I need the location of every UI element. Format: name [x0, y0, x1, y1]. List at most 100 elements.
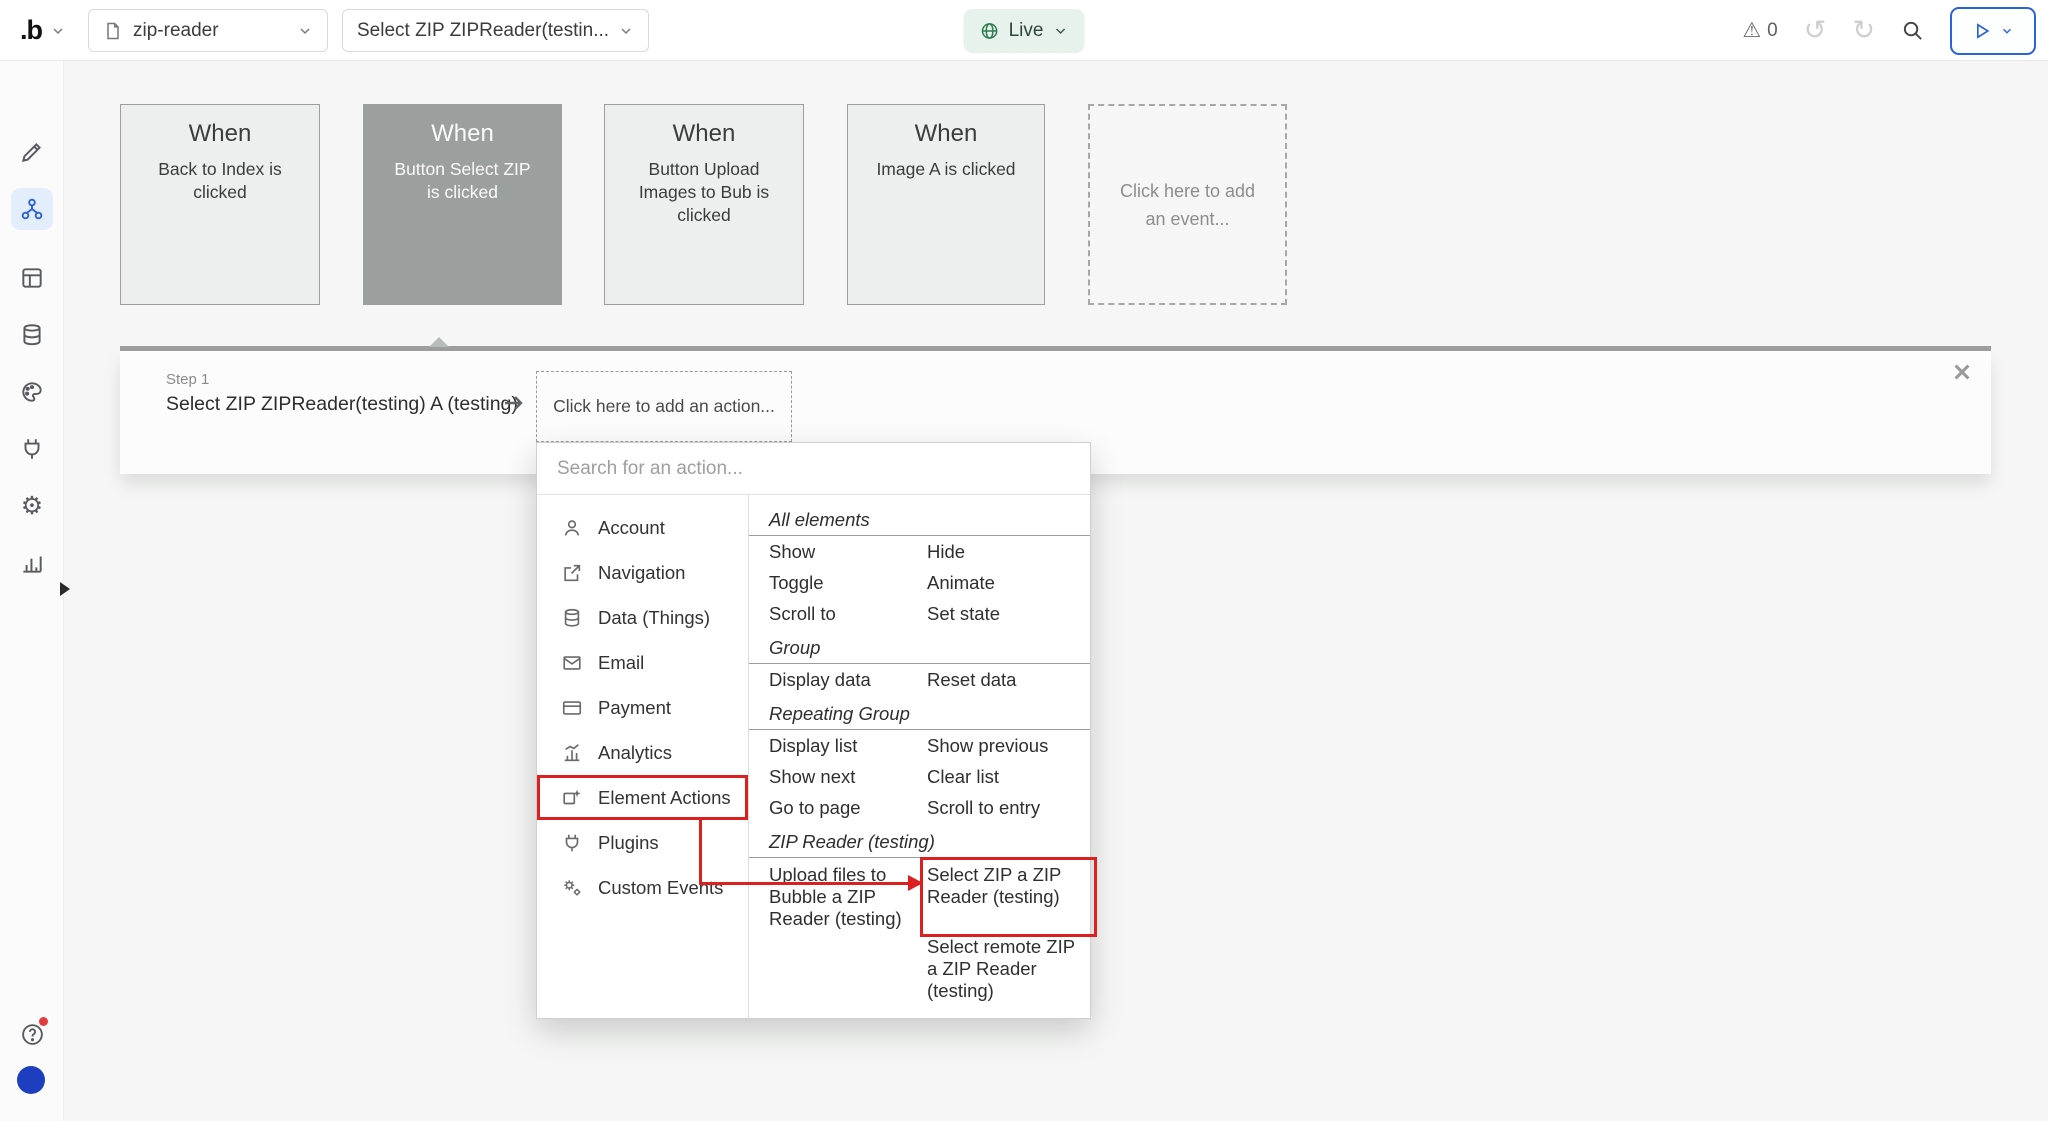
spacer — [769, 936, 927, 1002]
sidebar-item-settings[interactable]: ⚙ — [11, 485, 53, 527]
event-card-title: When — [386, 120, 539, 148]
user-avatar[interactable] — [17, 1066, 45, 1094]
action-category-payment[interactable]: Payment — [537, 685, 748, 730]
action-scroll-to[interactable]: Scroll to — [769, 598, 927, 629]
element-actions-icon — [561, 787, 583, 809]
action-category-list: Account Navigation Data (Things) Email P… — [537, 495, 749, 1018]
action-category-plugins[interactable]: Plugins — [537, 820, 748, 865]
step-title[interactable]: Select ZIP ZIPReader(testing) A (testing… — [166, 393, 518, 416]
chevron-down-icon — [2000, 24, 2014, 38]
issues-indicator[interactable]: ⚠ 0 — [1742, 18, 1777, 43]
action-show-next[interactable]: Show next — [769, 761, 927, 792]
chevron-down-icon — [50, 23, 66, 39]
action-section-header: All elements — [749, 507, 1090, 536]
action-select-zip-zip-reader[interactable]: Select ZIP a ZIP Reader (testing) — [927, 864, 1090, 930]
chevron-down-icon — [618, 23, 634, 39]
globe-icon — [980, 21, 1000, 41]
database-icon — [561, 607, 583, 629]
environment-selector[interactable]: Live — [964, 9, 1085, 53]
add-event-placeholder[interactable]: Click here to add an event... — [1088, 104, 1287, 305]
sidebar-item-design[interactable] — [11, 131, 53, 173]
event-card-subtitle: Button Select ZIP is clicked — [386, 158, 539, 204]
action-clear-list[interactable]: Clear list — [927, 761, 1090, 792]
toolbar-right-cluster: ⚠ 0 ↺ ↻ — [1742, 0, 2036, 61]
action-upload-files-zip-reader[interactable]: Upload files to Bubble a ZIP Reader (tes… — [769, 864, 927, 930]
sidebar-item-layout[interactable] — [11, 257, 53, 299]
event-card-title: When — [627, 120, 781, 148]
event-card[interactable]: When Image A is clicked — [847, 104, 1045, 305]
arrow-right-icon — [502, 391, 526, 415]
play-icon — [1972, 21, 1992, 41]
action-toggle[interactable]: Toggle — [769, 567, 927, 598]
expand-panel-arrow[interactable] — [60, 582, 70, 596]
database-icon — [19, 322, 45, 348]
close-icon[interactable] — [1951, 361, 1973, 383]
sidebar-item-styles[interactable] — [11, 371, 53, 413]
action-menu-body: Account Navigation Data (Things) Email P… — [537, 495, 1090, 1018]
layout-icon — [19, 265, 45, 291]
action-select-remote-zip-zip-reader[interactable]: Select remote ZIP a ZIP Reader (testing) — [927, 936, 1090, 1002]
credit-card-icon — [561, 697, 583, 719]
page-selector-dropdown[interactable]: zip-reader — [88, 9, 328, 52]
action-show[interactable]: Show — [769, 536, 927, 567]
event-card[interactable]: When Back to Index is clicked — [120, 104, 320, 305]
page-selector-value: zip-reader — [133, 20, 287, 42]
action-category-data-things[interactable]: Data (Things) — [537, 595, 748, 640]
event-card-subtitle: Button Upload Images to Bub is clicked — [627, 158, 781, 227]
action-display-list[interactable]: Display list — [769, 730, 927, 761]
action-category-account[interactable]: Account — [537, 505, 748, 550]
action-animate[interactable]: Animate — [927, 567, 1090, 598]
action-items-column: All elements Show Hide Toggle Animate Sc… — [749, 495, 1090, 1018]
action-display-data[interactable]: Display data — [769, 664, 927, 695]
action-search-input[interactable] — [537, 443, 1090, 494]
action-section-header: Repeating Group — [749, 701, 1090, 730]
action-hide[interactable]: Hide — [927, 536, 1090, 567]
action-scroll-to-entry[interactable]: Scroll to entry — [927, 792, 1090, 823]
sidebar-item-logs[interactable] — [11, 542, 53, 584]
chevron-down-icon — [297, 23, 313, 39]
add-action-menu: Account Navigation Data (Things) Email P… — [536, 442, 1091, 1019]
analytics-chart-icon — [561, 742, 583, 764]
preview-run-button[interactable] — [1950, 7, 2036, 55]
bubble-logo-menu[interactable]: .b — [20, 0, 66, 61]
action-reset-data[interactable]: Reset data — [927, 664, 1090, 695]
event-card-subtitle: Back to Index is clicked — [143, 158, 297, 204]
action-category-element-actions[interactable]: Element Actions — [537, 775, 748, 820]
action-category-custom-events[interactable]: Custom Events — [537, 865, 748, 910]
sidebar-item-plugins[interactable] — [11, 428, 53, 470]
search-icon[interactable] — [1901, 19, 1924, 42]
share-arrow-icon — [561, 562, 583, 584]
action-section-header: ZIP Reader (testing) — [749, 829, 1090, 858]
action-search-bar — [537, 443, 1090, 495]
action-show-previous[interactable]: Show previous — [927, 730, 1090, 761]
event-card[interactable]: When Button Upload Images to Bub is clic… — [604, 104, 804, 305]
event-card-selected[interactable]: When Button Select ZIP is clicked — [363, 104, 562, 305]
action-go-to-page[interactable]: Go to page — [769, 792, 927, 823]
warning-icon: ⚠ — [1742, 18, 1761, 43]
envelope-icon — [561, 652, 583, 674]
event-card-title: When — [870, 120, 1022, 148]
sidebar-item-workflow[interactable] — [11, 188, 53, 230]
workflow-selector-dropdown[interactable]: Select ZIP ZIPReader(testin... — [342, 9, 649, 52]
pencil-icon — [19, 139, 45, 165]
styles-palette-icon — [19, 379, 45, 405]
environment-label: Live — [1009, 20, 1044, 42]
workflow-icon — [19, 196, 45, 222]
action-category-email[interactable]: Email — [537, 640, 748, 685]
logs-chart-icon — [19, 550, 45, 576]
action-set-state[interactable]: Set state — [927, 598, 1090, 629]
sidebar-item-data[interactable] — [11, 314, 53, 356]
top-toolbar: .b zip-reader Select ZIP ZIPReader(testi… — [0, 0, 2048, 61]
person-icon — [561, 517, 583, 539]
action-category-navigation[interactable]: Navigation — [537, 550, 748, 595]
chevron-down-icon — [1052, 23, 1068, 39]
redo-button[interactable]: ↻ — [1852, 17, 1875, 44]
workflow-selector-value: Select ZIP ZIPReader(testin... — [357, 20, 608, 42]
plug-icon — [561, 832, 583, 854]
undo-button[interactable]: ↺ — [1804, 17, 1827, 44]
add-action-placeholder[interactable]: Click here to add an action... — [536, 371, 792, 442]
bubble-workflow-editor: .b zip-reader Select ZIP ZIPReader(testi… — [0, 0, 2048, 1121]
help-button[interactable] — [11, 1013, 53, 1055]
left-toolbar: ⚙ — [0, 61, 64, 1121]
action-category-analytics[interactable]: Analytics — [537, 730, 748, 775]
